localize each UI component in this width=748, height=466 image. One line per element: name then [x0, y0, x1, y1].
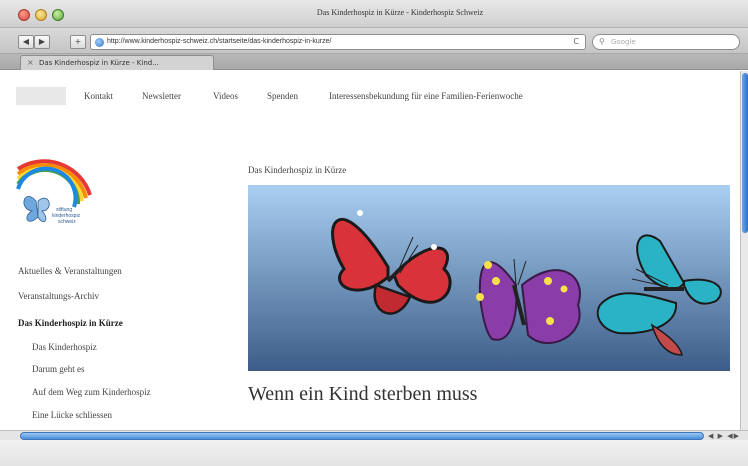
sidebar-item-aktuelles[interactable]: Aktuelles & Veranstaltungen	[18, 266, 122, 276]
search-icon: ⚲	[599, 37, 605, 46]
nav-item-ferienwoche[interactable]: Interessensbekundung für eine Familien-F…	[329, 91, 523, 101]
tab-close-icon[interactable]: ×	[27, 58, 34, 67]
logo-text-3: schweiz	[58, 219, 76, 225]
search-placeholder: Google	[611, 38, 636, 46]
page-content: Kontakt Newsletter Videos Spenden Intere…	[0, 71, 740, 430]
horizontal-scrollbar[interactable]: ◀ ▶ ◀▶	[0, 430, 748, 440]
nav-item-videos[interactable]: Videos	[213, 91, 238, 101]
add-bookmark-button[interactable]: +	[70, 35, 86, 49]
horizontal-scroll-thumb[interactable]	[20, 432, 704, 440]
minimize-window-icon[interactable]	[35, 9, 47, 21]
nav-home-item[interactable]	[16, 87, 66, 105]
sidebar-subitem-luecke[interactable]: Eine Lücke schliessen	[32, 410, 112, 420]
search-input[interactable]: ⚲ Google	[592, 34, 740, 50]
window-title: Das Kinderhospiz in Kürze - Kinderhospiz…	[316, 8, 484, 17]
browser-window: Das Kinderhospiz in Kürze - Kinderhospiz…	[0, 0, 748, 466]
reload-icon[interactable]: C	[573, 37, 579, 46]
address-text[interactable]: http://www.kinderhospiz-schweiz.ch/start…	[107, 38, 331, 45]
sidebar-subitem-kinderhospiz[interactable]: Das Kinderhospiz	[32, 342, 97, 352]
tab-kinderhospiz[interactable]: × Das Kinderhospiz in Kürze - Kind...	[20, 55, 214, 70]
logo-butterfly-icon	[23, 195, 50, 223]
nav-item-newsletter[interactable]: Newsletter	[142, 91, 181, 101]
nav-item-spenden[interactable]: Spenden	[267, 91, 298, 101]
nav-item-kontakt[interactable]: Kontakt	[84, 91, 113, 101]
window-bottom	[0, 440, 748, 466]
title-bar: Das Kinderhospiz in Kürze - Kinderhospiz…	[0, 0, 748, 28]
back-button[interactable]: ◀	[18, 35, 34, 49]
page-headline: Wenn ein Kind sterben muss	[248, 383, 478, 405]
forward-button[interactable]: ▶	[34, 35, 50, 49]
globe-icon	[95, 38, 104, 47]
sidebar-subitem-darum[interactable]: Darum geht es	[32, 364, 84, 374]
sidebar-subitem-weg[interactable]: Auf dem Weg zum Kinderhospiz	[32, 387, 151, 397]
vertical-scrollbar[interactable]	[740, 71, 748, 430]
sidebar-item-kinderhospiz-kurz[interactable]: Das Kinderhospiz in Kürze	[18, 318, 123, 328]
close-window-icon[interactable]	[18, 9, 30, 21]
top-navigation: Kontakt Newsletter Videos Spenden Intere…	[0, 85, 740, 107]
tab-label: Das Kinderhospiz in Kürze - Kind...	[39, 59, 159, 67]
butterflies-hero-image	[248, 185, 730, 371]
address-bar[interactable]: http://www.kinderhospiz-schweiz.ch/start…	[90, 34, 586, 50]
vertical-scroll-thumb[interactable]	[742, 73, 748, 233]
zoom-window-icon[interactable]	[52, 9, 64, 21]
kinderhospiz-logo[interactable]: stiftung kinderhospiz schweiz	[16, 151, 106, 231]
section-title: Das Kinderhospiz in Kürze	[248, 165, 347, 175]
sidebar-item-archiv[interactable]: Veranstaltungs-Archiv	[18, 291, 99, 301]
browser-toolbar: ◀ ▶ + http://www.kinderhospiz-schweiz.ch…	[0, 28, 748, 54]
tab-bar: × Das Kinderhospiz in Kürze - Kind...	[0, 54, 748, 70]
scroll-arrows-icon[interactable]: ◀ ▶ ◀▶	[708, 432, 740, 440]
